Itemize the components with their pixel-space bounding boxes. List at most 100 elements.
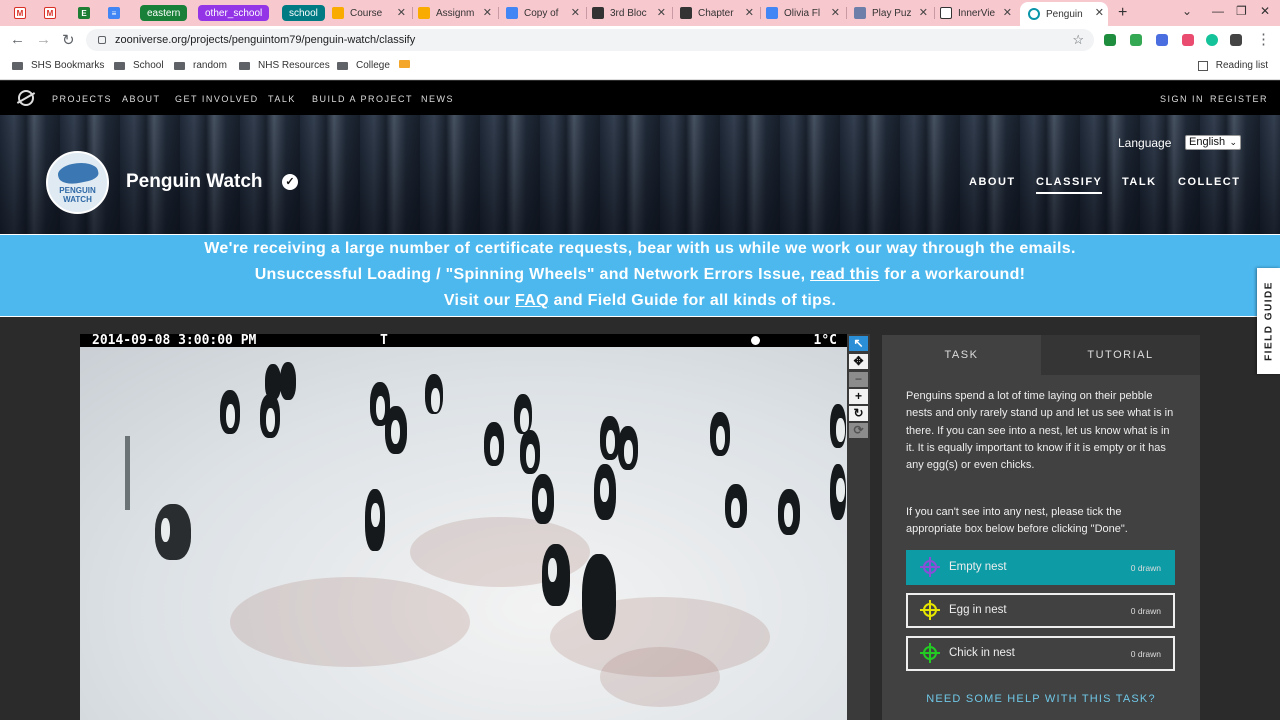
nav-projects[interactable]: PROJECTS xyxy=(52,94,112,104)
zoom-out-icon[interactable]: − xyxy=(849,372,868,387)
restore-icon[interactable]: ❐ xyxy=(1236,4,1247,18)
browser-tab-strip: M M E ≡ eastern other_school school Cour… xyxy=(0,0,1280,26)
close-tab-icon[interactable]: ✕ xyxy=(919,6,928,19)
project-nav-talk[interactable]: TALK xyxy=(1122,176,1157,188)
tab-tutorial[interactable]: TUTORIAL xyxy=(1041,335,1200,375)
tab-search-chevron-icon[interactable]: ⌄ xyxy=(1182,4,1192,18)
close-window-icon[interactable]: ✕ xyxy=(1260,4,1270,18)
choice-chick-in-nest[interactable]: Chick in nest 0 drawn xyxy=(906,636,1175,671)
announcement-line-2: Unsuccessful Loading / "Spinning Wheels"… xyxy=(254,266,1026,283)
tab-group-other-school[interactable]: other_school xyxy=(198,2,270,24)
close-tab-icon[interactable]: ✕ xyxy=(657,6,666,19)
project-title[interactable]: Penguin Watch xyxy=(126,171,263,193)
nav-news[interactable]: NEWS xyxy=(421,94,454,104)
tab-docs[interactable]: ≡ xyxy=(108,2,130,24)
bookmark-school[interactable]: School xyxy=(114,60,164,71)
tab-innerview[interactable]: InnerVie ✕ xyxy=(940,2,1016,24)
faq-link[interactable]: FAQ xyxy=(515,292,549,309)
reading-list-icon xyxy=(1197,60,1208,71)
bookmark-shs[interactable]: SHS Bookmarks xyxy=(12,60,104,71)
project-nav-about[interactable]: ABOUT xyxy=(969,176,1016,188)
page-icon xyxy=(592,7,604,19)
tab-group-school[interactable]: school xyxy=(282,2,325,24)
new-tab-button[interactable]: + xyxy=(1118,4,1127,22)
subject-image[interactable]: 2014-09-08 3:00:00 PM T 1°C xyxy=(80,334,847,720)
tab-3rd-block[interactable]: 3rd Bloc ✕ xyxy=(592,2,670,24)
field-guide-tab[interactable]: FIELD GUIDE xyxy=(1257,268,1280,374)
tab-group-eastern[interactable]: eastern xyxy=(140,2,188,24)
marker-stake xyxy=(125,436,130,510)
tab-task[interactable]: TASK xyxy=(882,335,1041,375)
tab-course[interactable]: Course ✕ xyxy=(332,2,410,24)
bookmark-nhs[interactable]: NHS Resources xyxy=(239,60,330,71)
tab-penguin-active[interactable]: Penguin ✕ xyxy=(1020,2,1108,26)
bookmark-star-icon[interactable]: ☆ xyxy=(1072,32,1084,48)
tab-play-puzzle[interactable]: Play Puz ✕ xyxy=(854,2,932,24)
language-select[interactable]: English ⌄ xyxy=(1185,135,1241,150)
announcement-banner: We're receiving a large number of certif… xyxy=(0,234,1280,317)
extension-classroom-icon[interactable] xyxy=(1104,34,1116,46)
close-tab-icon[interactable]: ✕ xyxy=(397,6,406,19)
minimize-icon[interactable]: — xyxy=(1212,4,1224,18)
nav-about[interactable]: ABOUT xyxy=(122,94,161,104)
tab-assignment[interactable]: Assignm ✕ xyxy=(418,2,496,24)
task-tabs: TASK TUTORIAL xyxy=(882,335,1200,375)
bookmark-random[interactable]: random xyxy=(174,60,227,71)
reload-icon[interactable]: ↻ xyxy=(62,31,75,49)
close-tab-icon[interactable]: ✕ xyxy=(483,6,492,19)
penguin xyxy=(542,544,570,606)
bookmark-college[interactable]: College xyxy=(337,60,390,71)
tab-gmail-1[interactable]: M xyxy=(14,2,36,24)
nav-get-involved[interactable]: GET INVOLVED xyxy=(175,94,259,104)
panda-icon xyxy=(940,7,952,19)
choice-egg-in-nest[interactable]: Egg in nest 0 drawn xyxy=(906,593,1175,628)
evernote-icon: E xyxy=(78,7,90,19)
read-this-link[interactable]: read this xyxy=(810,266,879,283)
register-link[interactable]: REGISTER xyxy=(1210,94,1268,104)
penguin xyxy=(220,390,240,434)
classroom-icon xyxy=(418,7,430,19)
choice-empty-nest[interactable]: Empty nest 0 drawn xyxy=(906,550,1175,585)
zoom-in-icon[interactable]: + xyxy=(849,389,868,404)
sign-in-link[interactable]: SIGN IN xyxy=(1160,94,1204,104)
close-tab-icon[interactable]: ✕ xyxy=(745,6,754,19)
extension-screen-icon[interactable] xyxy=(1156,34,1168,46)
tab-chapter[interactable]: Chapter ✕ xyxy=(680,2,758,24)
extension-cast-icon[interactable] xyxy=(1130,34,1142,46)
menu-kebab-icon[interactable]: ⋮ xyxy=(1256,30,1271,48)
tab-copy-of[interactable]: Copy of ✕ xyxy=(506,2,584,24)
extensions-puzzle-icon[interactable] xyxy=(1230,34,1242,46)
penguin xyxy=(582,554,616,640)
extension-grammarly-icon[interactable] xyxy=(1206,34,1218,46)
project-avatar[interactable]: PENGUIN WATCH xyxy=(46,151,109,214)
project-nav-classify[interactable]: CLASSIFY xyxy=(1036,176,1103,194)
nav-build-a-project[interactable]: BUILD A PROJECT xyxy=(312,94,413,104)
nav-talk[interactable]: TALK xyxy=(268,94,296,104)
back-icon[interactable]: ← xyxy=(10,31,25,48)
close-tab-icon[interactable]: ✕ xyxy=(1095,6,1104,19)
address-bar[interactable]: zooniverse.org/projects/penguintom79/pen… xyxy=(86,29,1094,51)
classroom-icon xyxy=(332,7,344,19)
tab-gmail-2[interactable]: M xyxy=(44,2,66,24)
task-panel: TASK TUTORIAL Penguins spend a lot of ti… xyxy=(882,335,1200,720)
tab-evernote[interactable]: E xyxy=(78,2,100,24)
close-tab-icon[interactable]: ✕ xyxy=(1003,6,1012,19)
tab-olivia[interactable]: Olivia Fl ✕ xyxy=(766,2,844,24)
url-text[interactable]: zooniverse.org/projects/penguintom79/pen… xyxy=(115,34,415,46)
task-help-link[interactable]: NEED SOME HELP WITH THIS TASK? xyxy=(882,693,1200,705)
zooniverse-logo-icon[interactable] xyxy=(18,90,34,106)
move-tool-icon[interactable]: ✥ xyxy=(849,354,868,369)
extension-badge-icon[interactable] xyxy=(1182,34,1194,46)
close-tab-icon[interactable]: ✕ xyxy=(831,6,840,19)
rotate-icon[interactable]: ↻ xyxy=(849,406,868,421)
reading-list-button[interactable]: Reading list xyxy=(1197,60,1268,71)
bookmark-extra[interactable] xyxy=(399,60,418,68)
close-tab-icon[interactable]: ✕ xyxy=(571,6,580,19)
temperature: 1°C xyxy=(813,334,837,348)
announcement-line-1: We're receiving a large number of certif… xyxy=(204,240,1076,257)
reset-view-icon[interactable]: ⟳ xyxy=(849,423,868,438)
bookmark-icon xyxy=(399,60,410,68)
forward-icon[interactable]: → xyxy=(36,31,51,48)
project-nav-collect[interactable]: COLLECT xyxy=(1178,176,1240,188)
pointer-tool-icon[interactable]: ↖ xyxy=(849,336,868,351)
